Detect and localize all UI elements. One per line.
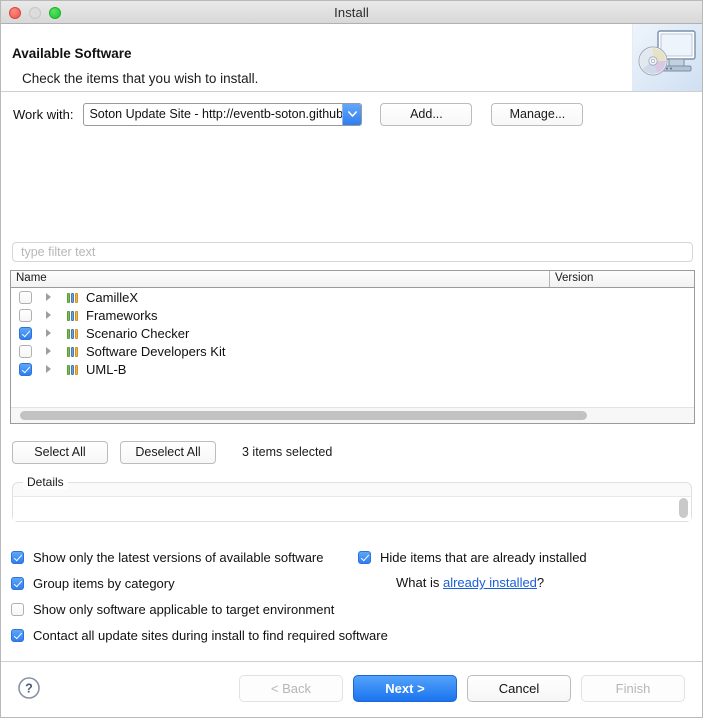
row-checkbox[interactable]	[19, 290, 32, 304]
what-is-suffix: ?	[536, 575, 545, 590]
expand-arrow-icon[interactable]	[46, 293, 60, 301]
filter-input[interactable]: type filter text	[12, 242, 693, 262]
monitor-with-disc-icon	[632, 24, 702, 91]
category-icon	[67, 292, 81, 303]
details-group: Details	[12, 475, 692, 522]
minimize-window-button[interactable]	[29, 6, 41, 19]
hide-installed-checkbox[interactable]	[358, 551, 371, 564]
work-with-label: Work with:	[13, 106, 74, 122]
row-name: Software Developers Kit	[86, 343, 226, 359]
option-label: Hide items that are already installed	[380, 550, 587, 565]
window-controls	[9, 1, 61, 24]
selection-bar: Select All Deselect All 3 items selected	[1, 440, 702, 464]
update-site-combo[interactable]: Soton Update Site - http://eventb-soton.…	[83, 102, 363, 126]
group-by-category-checkbox[interactable]	[11, 577, 24, 590]
details-legend-label: Details	[23, 475, 68, 489]
title-bar: Install	[1, 1, 702, 24]
category-icon	[67, 346, 81, 357]
expand-arrow-icon[interactable]	[46, 365, 60, 373]
deselect-all-button[interactable]: Deselect All	[120, 440, 216, 464]
selected-count-label: 3 items selected	[242, 445, 333, 459]
page-subtitle: Check the items that you wish to install…	[22, 71, 259, 86]
row-checkbox[interactable]	[19, 362, 32, 376]
what-is-already-installed: What is already installed?	[396, 575, 544, 590]
column-header-name[interactable]: Name	[11, 271, 550, 287]
zoom-window-button[interactable]	[49, 6, 61, 19]
row-checkbox[interactable]	[19, 308, 32, 322]
category-icon	[67, 328, 81, 339]
tree-body: CamilleX Frameworks Scenario Checker Sof…	[11, 288, 694, 423]
cancel-button[interactable]: Cancel	[467, 675, 571, 702]
filter-placeholder: type filter text	[21, 245, 96, 259]
table-row[interactable]: Software Developers Kit	[11, 342, 694, 360]
install-dialog-window: Install Available Software Check the ite…	[0, 0, 703, 718]
option-label: Show only the latest versions of availab…	[33, 550, 324, 565]
show-latest-checkbox[interactable]	[11, 551, 24, 564]
contact-all-sites-checkbox[interactable]	[11, 629, 24, 642]
wizard-banner: Available Software Check the items that …	[1, 24, 702, 92]
close-window-button[interactable]	[9, 6, 21, 19]
expand-arrow-icon[interactable]	[46, 329, 60, 337]
row-checkbox[interactable]	[19, 326, 32, 340]
finish-button[interactable]: Finish	[581, 675, 685, 702]
row-name: Scenario Checker	[86, 325, 190, 341]
scrollbar-thumb[interactable]	[20, 411, 587, 420]
column-header-version[interactable]: Version	[550, 271, 694, 287]
option-label: Contact all update sites during install …	[33, 628, 388, 643]
update-site-combo-value: Soton Update Site - http://eventb-soton.…	[89, 107, 343, 121]
add-site-button[interactable]: Add...	[380, 102, 473, 126]
option-show-applicable[interactable]: Show only software applicable to target …	[11, 602, 334, 617]
details-vertical-scrollbar[interactable]	[679, 498, 688, 518]
tree-horizontal-scrollbar[interactable]	[11, 407, 694, 423]
option-label: Group items by category	[33, 576, 175, 591]
option-label: Show only software applicable to target …	[33, 602, 335, 617]
option-contact-all-sites[interactable]: Contact all update sites during install …	[11, 628, 388, 643]
help-question-icon[interactable]: ?	[17, 676, 41, 700]
available-software-tree[interactable]: Name Version CamilleX Frameworks Scenari…	[10, 270, 695, 424]
category-icon	[67, 364, 81, 375]
category-icon	[67, 310, 81, 321]
dialog-footer: ? < Back Next > Cancel Finish	[1, 661, 702, 717]
footer-buttons: < Back Next > Cancel Finish	[239, 675, 685, 702]
dialog-body: Work with: Soton Update Site - http://ev…	[1, 92, 702, 717]
table-row[interactable]: Frameworks	[11, 306, 694, 324]
manage-sites-button[interactable]: Manage...	[491, 102, 584, 126]
row-checkbox[interactable]	[19, 344, 32, 358]
expand-arrow-icon[interactable]	[46, 347, 60, 355]
chevron-down-icon[interactable]	[342, 103, 362, 125]
work-with-row: Work with: Soton Update Site - http://ev…	[1, 100, 702, 128]
select-all-button[interactable]: Select All	[12, 440, 108, 464]
table-row[interactable]: CamilleX	[11, 288, 694, 306]
row-name: UML-B	[86, 361, 127, 377]
option-group-by-category[interactable]: Group items by category	[11, 576, 175, 591]
tree-header: Name Version	[11, 271, 694, 288]
page-title: Available Software	[12, 46, 132, 61]
show-applicable-checkbox[interactable]	[11, 603, 24, 616]
row-name: Frameworks	[86, 307, 158, 323]
option-show-latest[interactable]: Show only the latest versions of availab…	[11, 550, 324, 565]
table-row[interactable]: UML-B	[11, 360, 694, 378]
window-title: Install	[334, 4, 369, 20]
back-button[interactable]: < Back	[239, 675, 343, 702]
expand-arrow-icon[interactable]	[46, 311, 60, 319]
row-name: CamilleX	[86, 289, 139, 305]
already-installed-link[interactable]: already installed	[443, 575, 537, 590]
details-text	[13, 496, 691, 521]
table-row[interactable]: Scenario Checker	[11, 324, 694, 342]
what-is-prefix: What is	[396, 575, 443, 590]
next-button[interactable]: Next >	[353, 675, 457, 702]
svg-text:?: ?	[25, 682, 33, 696]
option-hide-installed[interactable]: Hide items that are already installed	[358, 550, 587, 565]
